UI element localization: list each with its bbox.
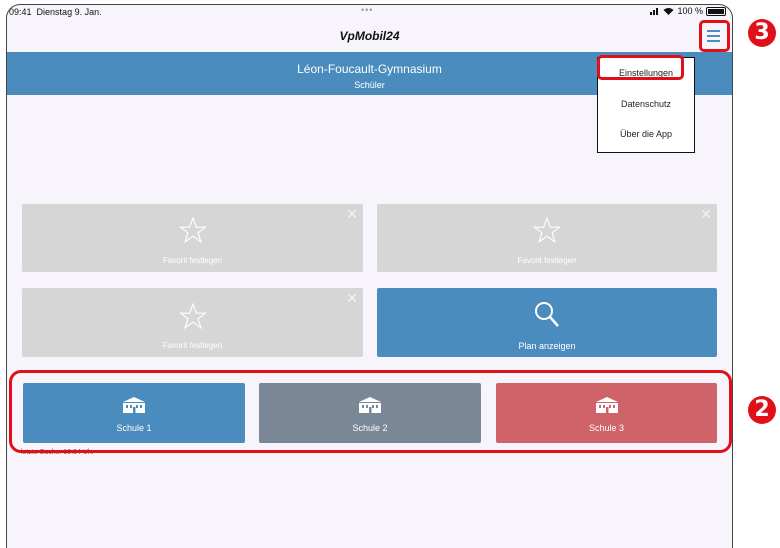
favorite-tile-1[interactable]: ✕ Favorit festlegen [22,204,363,272]
annotation-badge-2: 2 [748,396,776,424]
tile-label: Favorit festlegen [517,256,577,265]
settings-highlight [597,55,684,80]
star-icon [533,217,561,243]
battery-icon [706,6,726,16]
close-icon[interactable]: ✕ [346,291,358,305]
tile-label: Plan anzeigen [518,341,576,351]
menu-item-privacy[interactable]: Datenschutz [598,99,694,109]
ipad-screen: 09:41 Dienstag 9. Jan. ••• 100 % VpMobil… [6,4,733,548]
school-buttons-highlight [9,370,732,453]
close-icon[interactable]: ✕ [346,207,358,221]
signal-icon [650,8,659,15]
tile-label: Favorit festlegen [162,341,223,350]
star-icon [178,217,207,243]
status-time-date: 09:41 Dienstag 9. Jan. [9,7,102,17]
menu-item-about[interactable]: Über die App [598,129,694,139]
menu-button-highlight [699,20,730,52]
battery-percent: 100 % [677,6,703,16]
tile-label: Favorit festlegen [162,256,223,265]
annotation-badge-3: 3 [748,19,776,47]
wifi-icon [663,8,674,15]
favorite-tile-2[interactable]: ✕ Favorit festlegen [377,204,717,272]
status-bar: 09:41 Dienstag 9. Jan. ••• 100 % [7,5,732,19]
search-icon [535,302,559,327]
favorite-tile-3[interactable]: ✕ Favorit festlegen [22,288,363,357]
close-icon[interactable]: ✕ [700,207,712,221]
multitask-dots[interactable]: ••• [361,5,373,15]
show-plan-button[interactable]: Plan anzeigen [377,288,717,357]
star-icon [178,303,207,329]
nav-bar: VpMobil24 [7,19,732,53]
status-indicators: 100 % [650,6,726,16]
app-title: VpMobil24 [339,29,400,43]
